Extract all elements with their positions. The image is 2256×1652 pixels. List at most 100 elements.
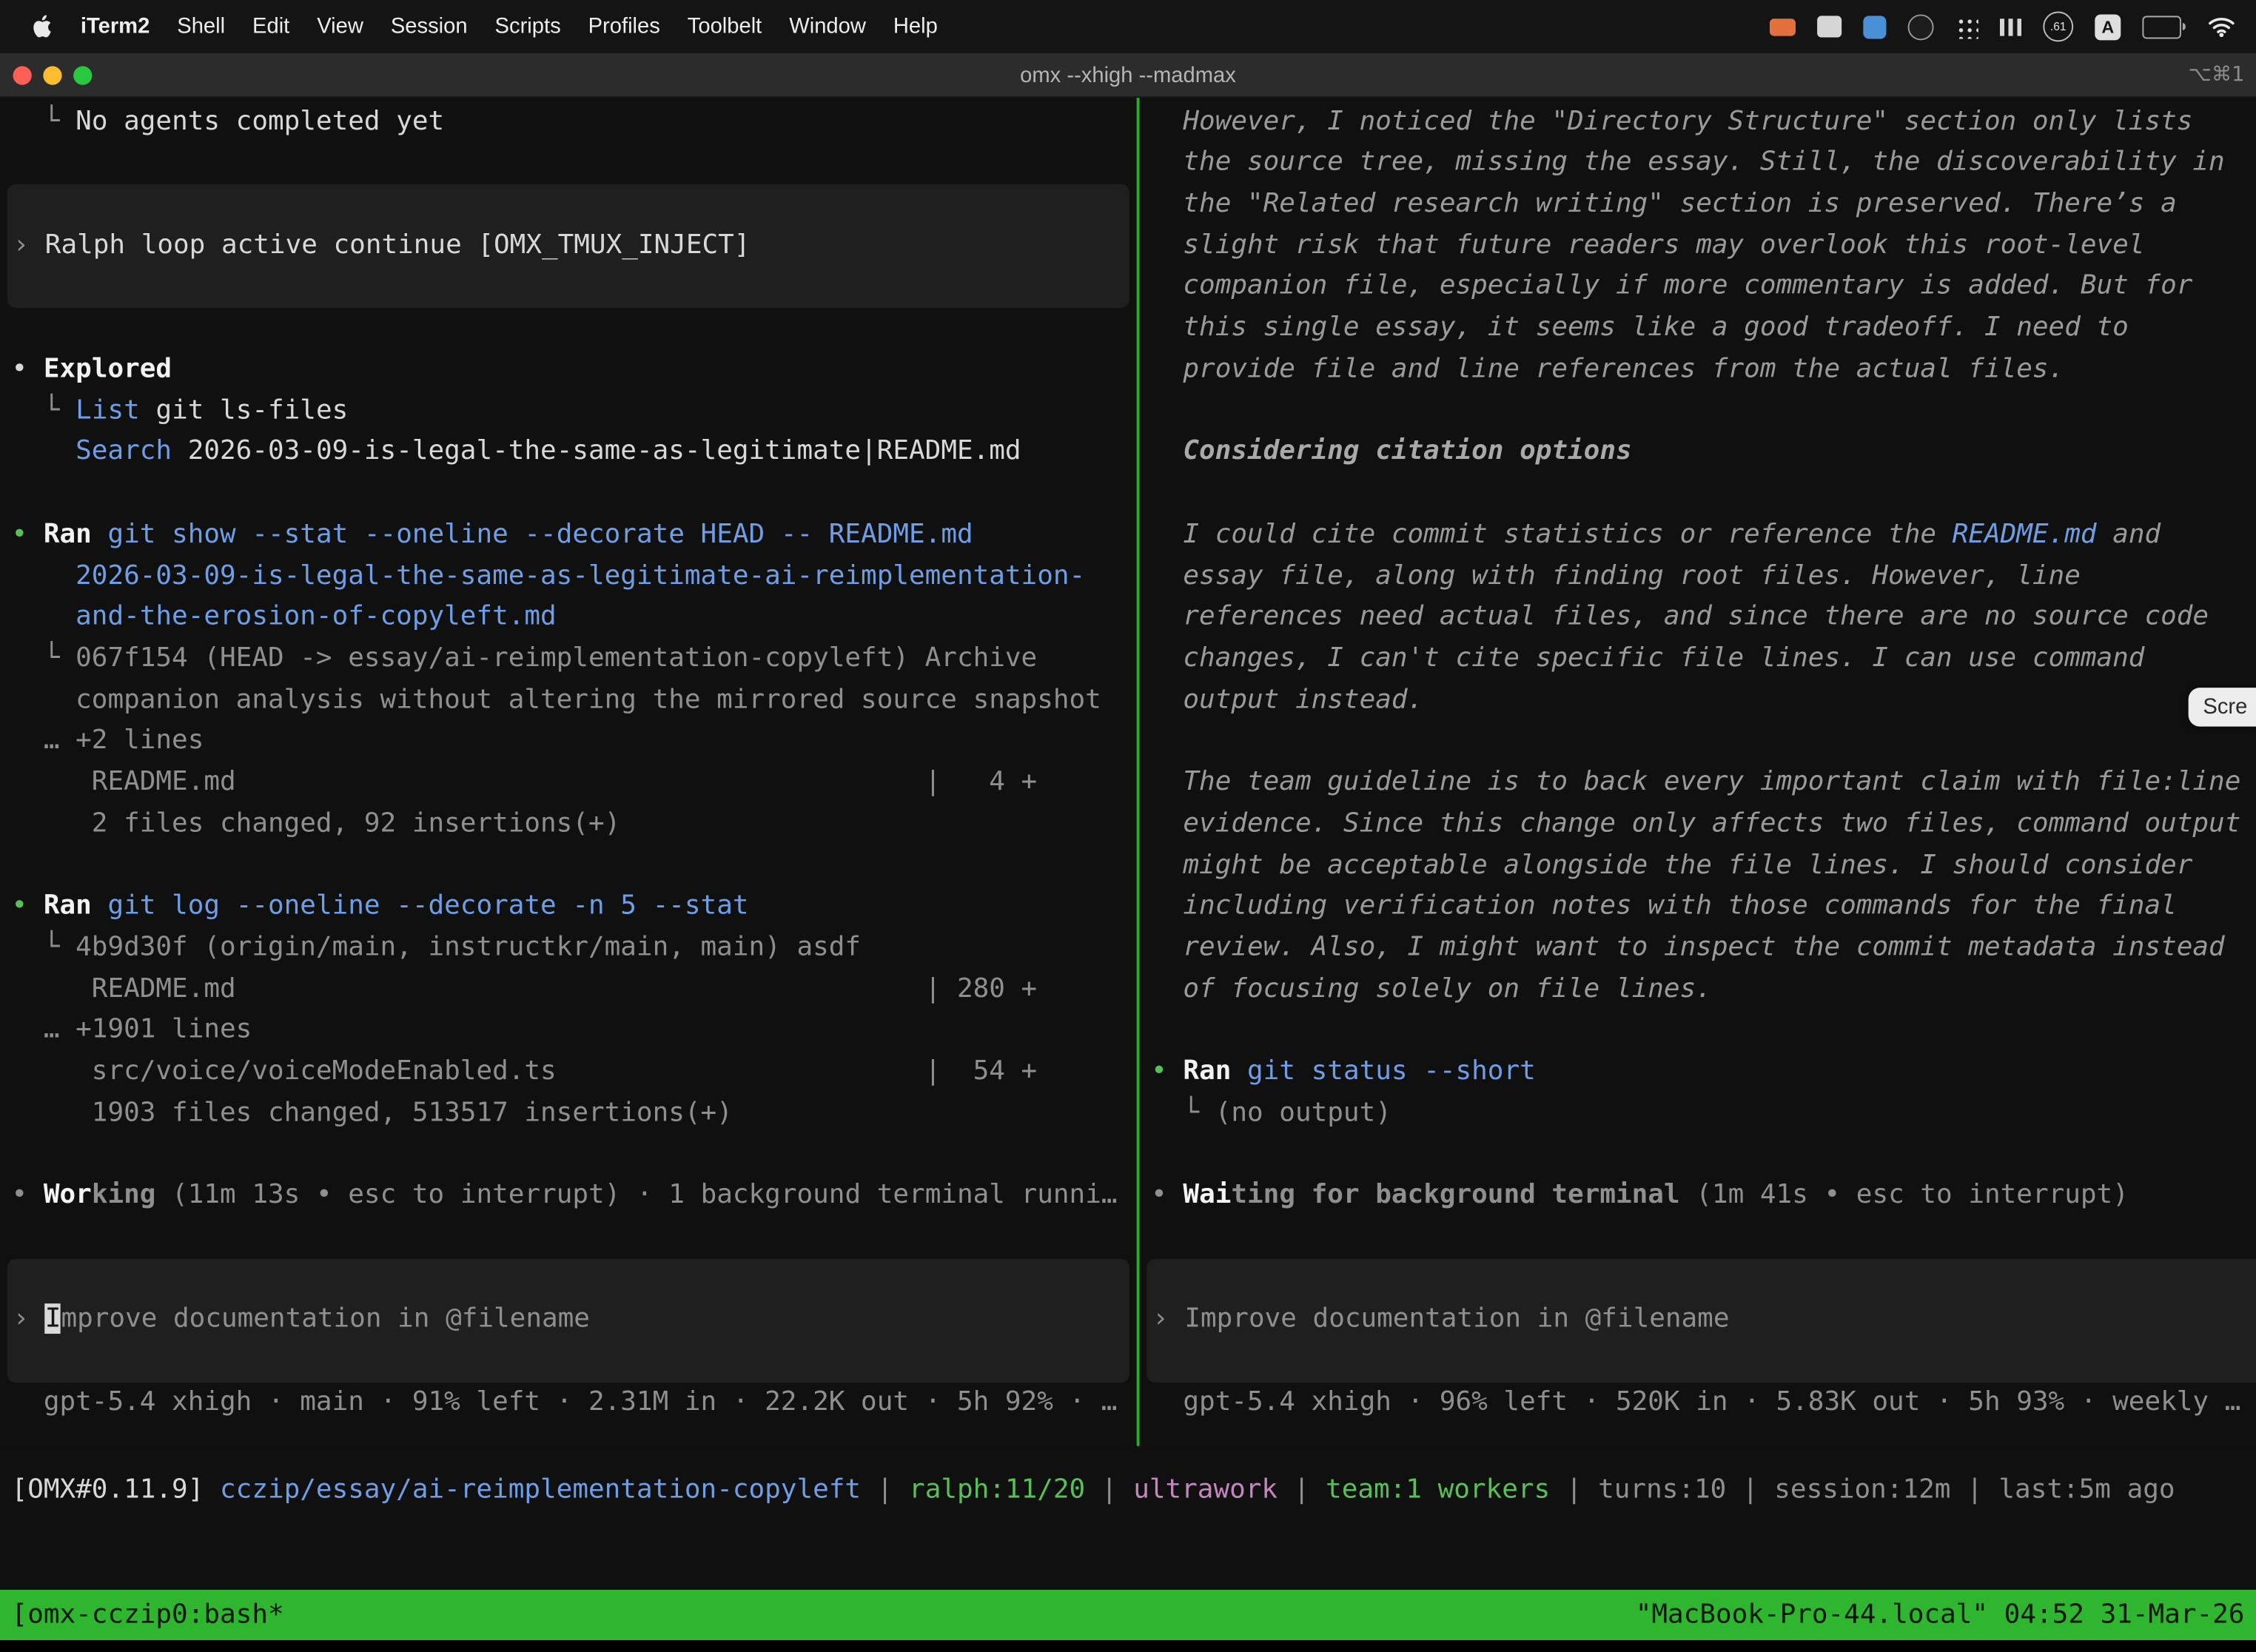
menu-item-profiles[interactable]: Profiles <box>588 14 660 38</box>
terminal-line: I could cite commit statistics or refere… <box>1140 514 2256 556</box>
right-terminal-pane[interactable]: However, I noticed the "Directory Struct… <box>1140 98 2256 1446</box>
menu-item-shell[interactable]: Shell <box>177 14 225 38</box>
text-segment: Ran <box>44 891 92 921</box>
text-segment: companion analysis without altering the … <box>12 685 1101 715</box>
prompt-input-line: › Improve documentation in @filename <box>7 1300 1129 1341</box>
text-segment: › Improve documentation in @filename <box>1152 1304 1729 1334</box>
menu-item-help[interactable]: Help <box>893 14 938 38</box>
text-segment: | turns:10 | session:12m | last:5m ago <box>1550 1474 2175 1505</box>
text-segment: git status --short <box>1231 1056 1535 1087</box>
terminal-line: review. Also, I might want to inspect th… <box>1140 928 2256 970</box>
text-segment: companion file, especially if more comme… <box>1151 271 2192 301</box>
terminal-line: • Working (11m 13s • esc to interrupt) ·… <box>0 1176 1137 1218</box>
terminal-line: … +1901 lines <box>0 1010 1137 1052</box>
terminal-line: the "Related research writing" section i… <box>1140 184 2256 226</box>
terminal-line: The team guideline is to back every impo… <box>1140 762 2256 804</box>
menu-item-view[interactable]: View <box>317 14 363 38</box>
battery-gauge-icon[interactable]: .61 <box>2043 12 2073 42</box>
screen-edge-notification[interactable]: Scre <box>2189 688 2256 726</box>
terminal-line: essay file, along with finding root file… <box>1140 556 2256 597</box>
notice-line: › Ralph loop active continue [OMX_TMUX_I… <box>7 226 1129 267</box>
dots-grid-icon[interactable] <box>1955 15 1978 38</box>
text-segment: • <box>12 354 44 384</box>
text-segment: 2026-03-09-is-legal-the-same-as-legitima… <box>12 560 1086 591</box>
menu-bar: iTerm2 Shell Edit View Session Scripts Profile… <box>0 0 2256 53</box>
text-segment: • <box>12 519 44 549</box>
terminal-line: including verification notes with those … <box>1140 887 2256 928</box>
text-segment: Explored <box>44 354 172 384</box>
menu-items: iTerm2 Shell Edit View Session Scripts Profile… <box>81 14 938 38</box>
menu-item-scripts[interactable]: Scripts <box>495 14 561 38</box>
text-segment: › <box>13 230 44 261</box>
text-segment: evidence. Since this change only affects… <box>1151 808 2240 839</box>
battery-icon[interactable] <box>2142 15 2185 38</box>
prompt-input-box[interactable]: › Improve documentation in @filename <box>7 1258 1129 1382</box>
omx-status-area: [OMX#0.11.9] cczip/essay/ai-reimplementa… <box>0 1446 2256 1590</box>
window-shortcut-badge: ⌥⌘1 <box>2189 53 2245 96</box>
input-source-icon[interactable]: A <box>2095 13 2121 39</box>
terminal-line: • Ran git log --oneline --decorate -n 5 … <box>0 887 1137 928</box>
terminal-line: … +2 lines <box>0 722 1137 763</box>
terminal-line: and-the-erosion-of-copyleft.md <box>0 597 1137 639</box>
blank-line <box>1140 391 2256 432</box>
menu-item-iterm2[interactable]: iTerm2 <box>81 14 150 38</box>
battery-body <box>2142 15 2181 38</box>
terminal-line: references need actual files, and since … <box>1140 597 2256 639</box>
tmux-status-bar: [omx-cczip0:bash* "MacBook-Pro-44.local"… <box>0 1590 2256 1640</box>
omx-status-line: [OMX#0.11.9] cczip/essay/ai-reimplementa… <box>0 1446 2256 1511</box>
text-segment: Wai <box>1183 1181 1231 1211</box>
text-segment: and <box>2097 519 2161 549</box>
menu-bar-status-icons: .61 A <box>1770 12 2256 42</box>
minimize-window-button[interactable] <box>43 65 61 84</box>
terminal-line: Considering citation options <box>1140 432 2256 474</box>
apple-menu-icon[interactable] <box>32 14 52 38</box>
round-app-icon[interactable] <box>1908 13 1934 39</box>
text-segment: Ralph loop active continue [OMX_TMUX_INJ… <box>45 230 751 261</box>
wifi-icon[interactable] <box>2207 16 2236 37</box>
menu-item-toolbelt[interactable]: Toolbelt <box>688 14 762 38</box>
terminal-line: provide file and line references from th… <box>1140 349 2256 391</box>
text-segment: [OMX#0.11.9] <box>12 1474 220 1505</box>
menu-item-window[interactable]: Window <box>789 14 866 38</box>
screen-recording-indicator-icon[interactable] <box>1770 18 1796 35</box>
text-segment: ralph:11/20 <box>909 1474 1085 1505</box>
text-segment: git ls-files <box>140 395 348 426</box>
text-segment: … +2 lines <box>12 725 204 756</box>
text-segment: the source tree, missing the essay. Stil… <box>1151 147 2225 178</box>
window-title: omx --xhigh --madmax <box>1020 63 1236 87</box>
text-segment: └ 4b9d30f (origin/main, instructkr/main,… <box>12 933 861 963</box>
text-segment: README.md | 280 + <box>12 973 1038 1004</box>
text-segment: Ran <box>1183 1056 1231 1087</box>
prompt-input-box[interactable]: › Improve documentation in @filename <box>1147 1258 2256 1382</box>
terminal-line: evidence. Since this change only affects… <box>1140 804 2256 845</box>
keyboard-app-icon[interactable] <box>1817 16 1842 37</box>
blank-line <box>0 143 1137 184</box>
text-segment: The team guideline is to back every impo… <box>1151 767 2240 797</box>
stats-bars-icon[interactable] <box>2000 18 2021 35</box>
text-segment: this single essay, it seems like a good … <box>1151 312 2129 343</box>
text-segment: (11m 13s • esc to interrupt) · 1 backgro… <box>155 1181 1117 1211</box>
text-segment: No agents completed yet <box>75 106 444 136</box>
tmux-host-and-clock: "MacBook-Pro-44.local" 04:52 31-Mar-26 <box>1636 1600 2245 1631</box>
close-window-button[interactable] <box>13 65 31 84</box>
blank-line <box>0 845 1137 887</box>
menu-item-session[interactable]: Session <box>391 14 468 38</box>
blank-line <box>0 1135 1137 1176</box>
zoom-window-button[interactable] <box>73 65 92 84</box>
left-terminal-pane[interactable]: └ No agents completed yet› Ralph loop ac… <box>0 98 1137 1446</box>
text-segment: mprove documentation in @filename <box>61 1304 589 1334</box>
text-segment: gpt-5.4 xhigh · 96% left · 520K in · 5.8… <box>1151 1387 2240 1417</box>
terminal-line: README.md | 280 + <box>0 970 1137 1011</box>
text-segment: gpt-5.4 xhigh · main · 91% left · 2.31M … <box>12 1387 1118 1417</box>
terminal-line: gpt-5.4 xhigh · 96% left · 520K in · 5.8… <box>1140 1383 2256 1424</box>
menu-item-edit[interactable]: Edit <box>252 14 289 38</box>
terminal-line: 1903 files changed, 513517 insertions(+) <box>0 1093 1137 1135</box>
text-segment: including verification notes with those … <box>1151 891 2177 921</box>
window-title-bar[interactable]: omx --xhigh --madmax ⌥⌘1 <box>0 53 2256 98</box>
text-segment: 1903 files changed, 513517 insertions(+) <box>12 1098 733 1128</box>
terminal-line: Search 2026-03-09-is-legal-the-same-as-l… <box>0 432 1137 474</box>
blue-app-icon[interactable] <box>1863 15 1886 38</box>
text-segment: of focusing solely on file lines. <box>1151 973 1712 1004</box>
terminal-line: src/voice/voiceModeEnabled.ts | 54 + <box>0 1052 1137 1093</box>
screen: iTerm2 Shell Edit View Session Scripts Profile… <box>0 0 2256 1652</box>
